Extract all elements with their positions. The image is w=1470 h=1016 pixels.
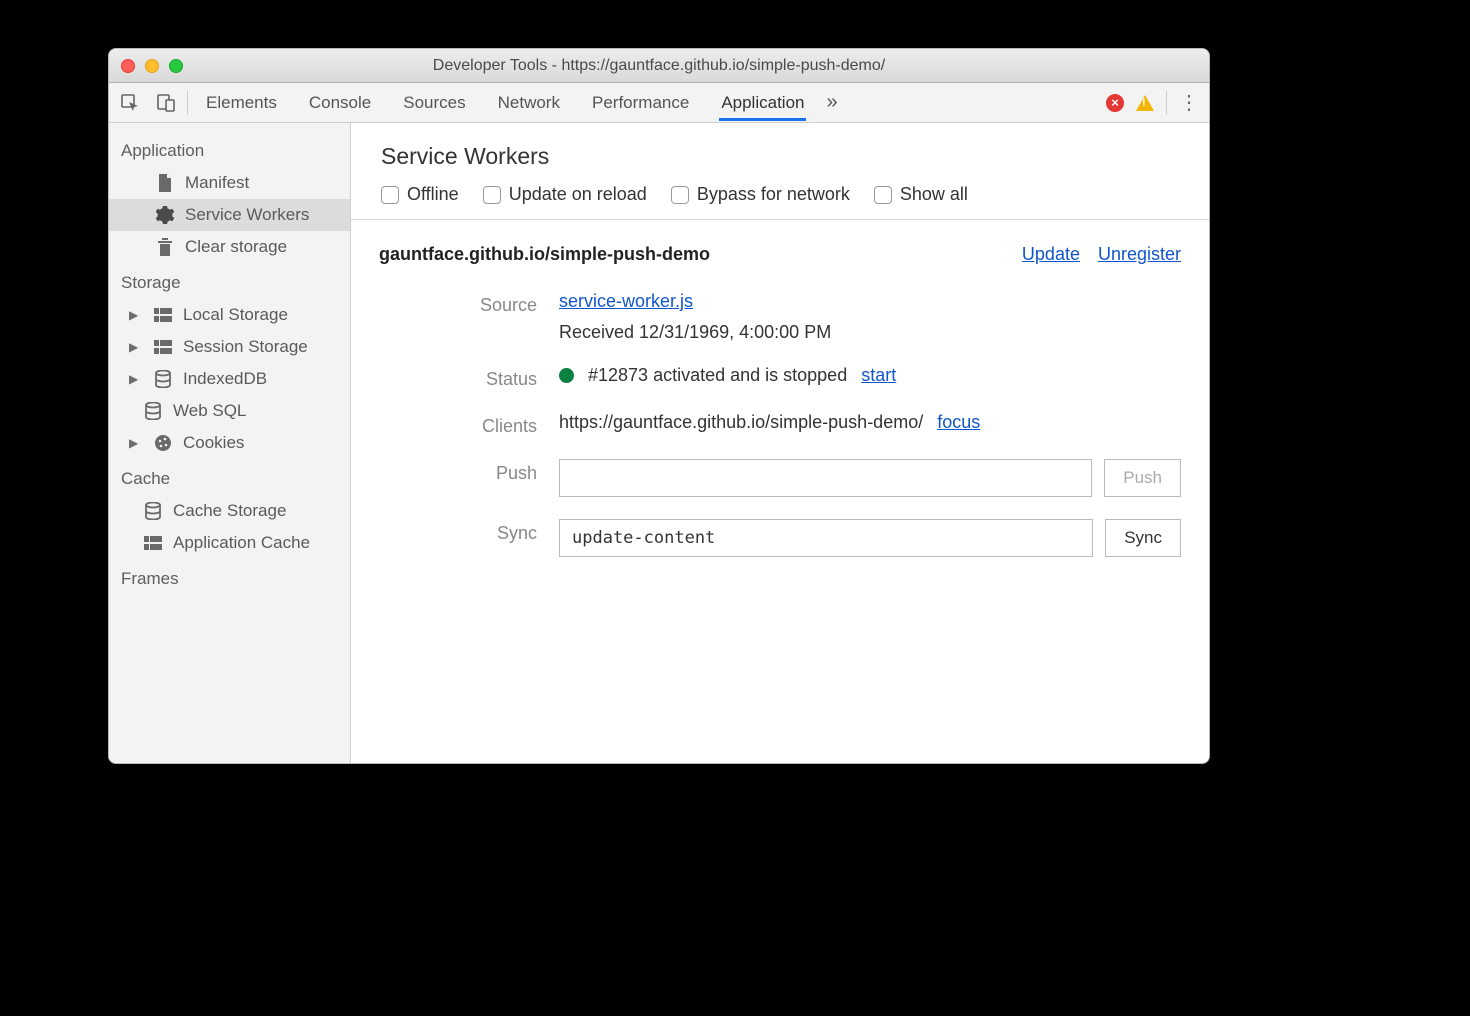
checkbox-icon[interactable] [381, 186, 399, 204]
tab-performance[interactable]: Performance [590, 85, 691, 121]
check-offline[interactable]: Offline [381, 184, 459, 205]
check-update-on-reload[interactable]: Update on reload [483, 184, 647, 205]
sync-button[interactable]: Sync [1105, 519, 1181, 557]
sidebar-item-service-workers[interactable]: Service Workers [109, 199, 350, 231]
tab-sources[interactable]: Sources [401, 85, 467, 121]
sidebar-item-label: Service Workers [185, 205, 309, 225]
status-dot-icon [559, 368, 574, 383]
sidebar-heading-frames: Frames [109, 559, 350, 595]
sidebar-item-label: Web SQL [173, 401, 246, 421]
client-focus-link[interactable]: focus [937, 412, 980, 433]
update-link[interactable]: Update [1022, 244, 1080, 265]
source-file-link[interactable]: service-worker.js [559, 291, 1181, 312]
sidebar-item-label: Cookies [183, 433, 244, 453]
chevron-right-icon[interactable]: ▶ [129, 372, 141, 386]
sidebar-item-label: Local Storage [183, 305, 288, 325]
database-icon [143, 401, 163, 421]
client-url: https://gauntface.github.io/simple-push-… [559, 412, 923, 433]
status-start-link[interactable]: start [861, 365, 896, 386]
push-button[interactable]: Push [1104, 459, 1181, 497]
sidebar-item-application-cache[interactable]: Application Cache [109, 527, 350, 559]
panel-tabs: Elements Console Sources Network Perform… [204, 85, 806, 121]
window-title: Developer Tools - https://gauntface.gith… [109, 57, 1209, 75]
sidebar-heading-storage: Storage [109, 263, 350, 299]
label-sync: Sync [379, 519, 559, 544]
sidebar-item-cache-storage[interactable]: Cache Storage [109, 495, 350, 527]
sidebar-item-label: Manifest [185, 173, 249, 193]
sidebar-item-label: Session Storage [183, 337, 308, 357]
check-label: Update on reload [509, 184, 647, 205]
sync-input[interactable] [559, 519, 1093, 557]
tab-network[interactable]: Network [496, 85, 562, 121]
label-status: Status [379, 365, 559, 390]
check-label: Offline [407, 184, 459, 205]
cookie-icon [153, 433, 173, 453]
main-panel: Service Workers Offline Update on reload… [351, 123, 1209, 763]
sidebar-heading-cache: Cache [109, 459, 350, 495]
grid-icon [153, 337, 173, 357]
sidebar: Application Manifest Service Workers Cle… [109, 123, 351, 763]
sw-checkboxes: Offline Update on reload Bypass for netw… [351, 184, 1209, 220]
sidebar-item-web-sql[interactable]: Web SQL [109, 395, 350, 427]
divider [1166, 91, 1167, 115]
sidebar-item-label: Application Cache [173, 533, 310, 553]
warning-badge-icon[interactable] [1136, 95, 1154, 111]
sidebar-item-clear-storage[interactable]: Clear storage [109, 231, 350, 263]
grid-icon [143, 533, 163, 553]
kebab-menu-icon[interactable]: ⋮ [1179, 100, 1199, 106]
sidebar-item-label: Clear storage [185, 237, 287, 257]
sw-scope: gauntface.github.io/simple-push-demo [379, 244, 710, 265]
database-icon [143, 501, 163, 521]
sidebar-item-indexeddb[interactable]: ▶ IndexedDB [109, 363, 350, 395]
check-show-all[interactable]: Show all [874, 184, 968, 205]
more-tabs-icon[interactable]: » [826, 91, 837, 114]
checkbox-icon[interactable] [671, 186, 689, 204]
document-icon [155, 173, 175, 193]
check-label: Show all [900, 184, 968, 205]
check-label: Bypass for network [697, 184, 850, 205]
sidebar-item-label: Cache Storage [173, 501, 286, 521]
titlebar: Developer Tools - https://gauntface.gith… [109, 49, 1209, 83]
checkbox-icon[interactable] [483, 186, 501, 204]
tab-console[interactable]: Console [307, 85, 373, 121]
sidebar-item-manifest[interactable]: Manifest [109, 167, 350, 199]
source-received: Received 12/31/1969, 4:00:00 PM [559, 322, 1181, 343]
label-source: Source [379, 291, 559, 316]
chevron-right-icon[interactable]: ▶ [129, 340, 141, 354]
divider [187, 91, 188, 115]
chevron-right-icon[interactable]: ▶ [129, 308, 141, 322]
toolbar: Elements Console Sources Network Perform… [109, 83, 1209, 123]
tab-application[interactable]: Application [719, 85, 806, 121]
panel-title: Service Workers [351, 123, 1209, 184]
sw-card: gauntface.github.io/simple-push-demo Upd… [351, 220, 1209, 579]
tab-elements[interactable]: Elements [204, 85, 279, 121]
unregister-link[interactable]: Unregister [1098, 244, 1181, 265]
sidebar-item-cookies[interactable]: ▶ Cookies [109, 427, 350, 459]
label-clients: Clients [379, 412, 559, 437]
push-input[interactable] [559, 459, 1092, 497]
sidebar-item-label: IndexedDB [183, 369, 267, 389]
label-push: Push [379, 459, 559, 484]
trash-icon [155, 237, 175, 257]
sidebar-heading-application: Application [109, 131, 350, 167]
grid-icon [153, 305, 173, 325]
device-toggle-icon[interactable] [151, 89, 181, 117]
error-badge-icon[interactable]: × [1106, 94, 1124, 112]
sidebar-item-local-storage[interactable]: ▶ Local Storage [109, 299, 350, 331]
database-icon [153, 369, 173, 389]
sidebar-item-session-storage[interactable]: ▶ Session Storage [109, 331, 350, 363]
devtools-window: Developer Tools - https://gauntface.gith… [108, 48, 1210, 764]
check-bypass[interactable]: Bypass for network [671, 184, 850, 205]
checkbox-icon[interactable] [874, 186, 892, 204]
gear-icon [155, 205, 175, 225]
inspect-icon[interactable] [115, 89, 145, 117]
chevron-right-icon[interactable]: ▶ [129, 436, 141, 450]
status-text: #12873 activated and is stopped [588, 365, 847, 386]
